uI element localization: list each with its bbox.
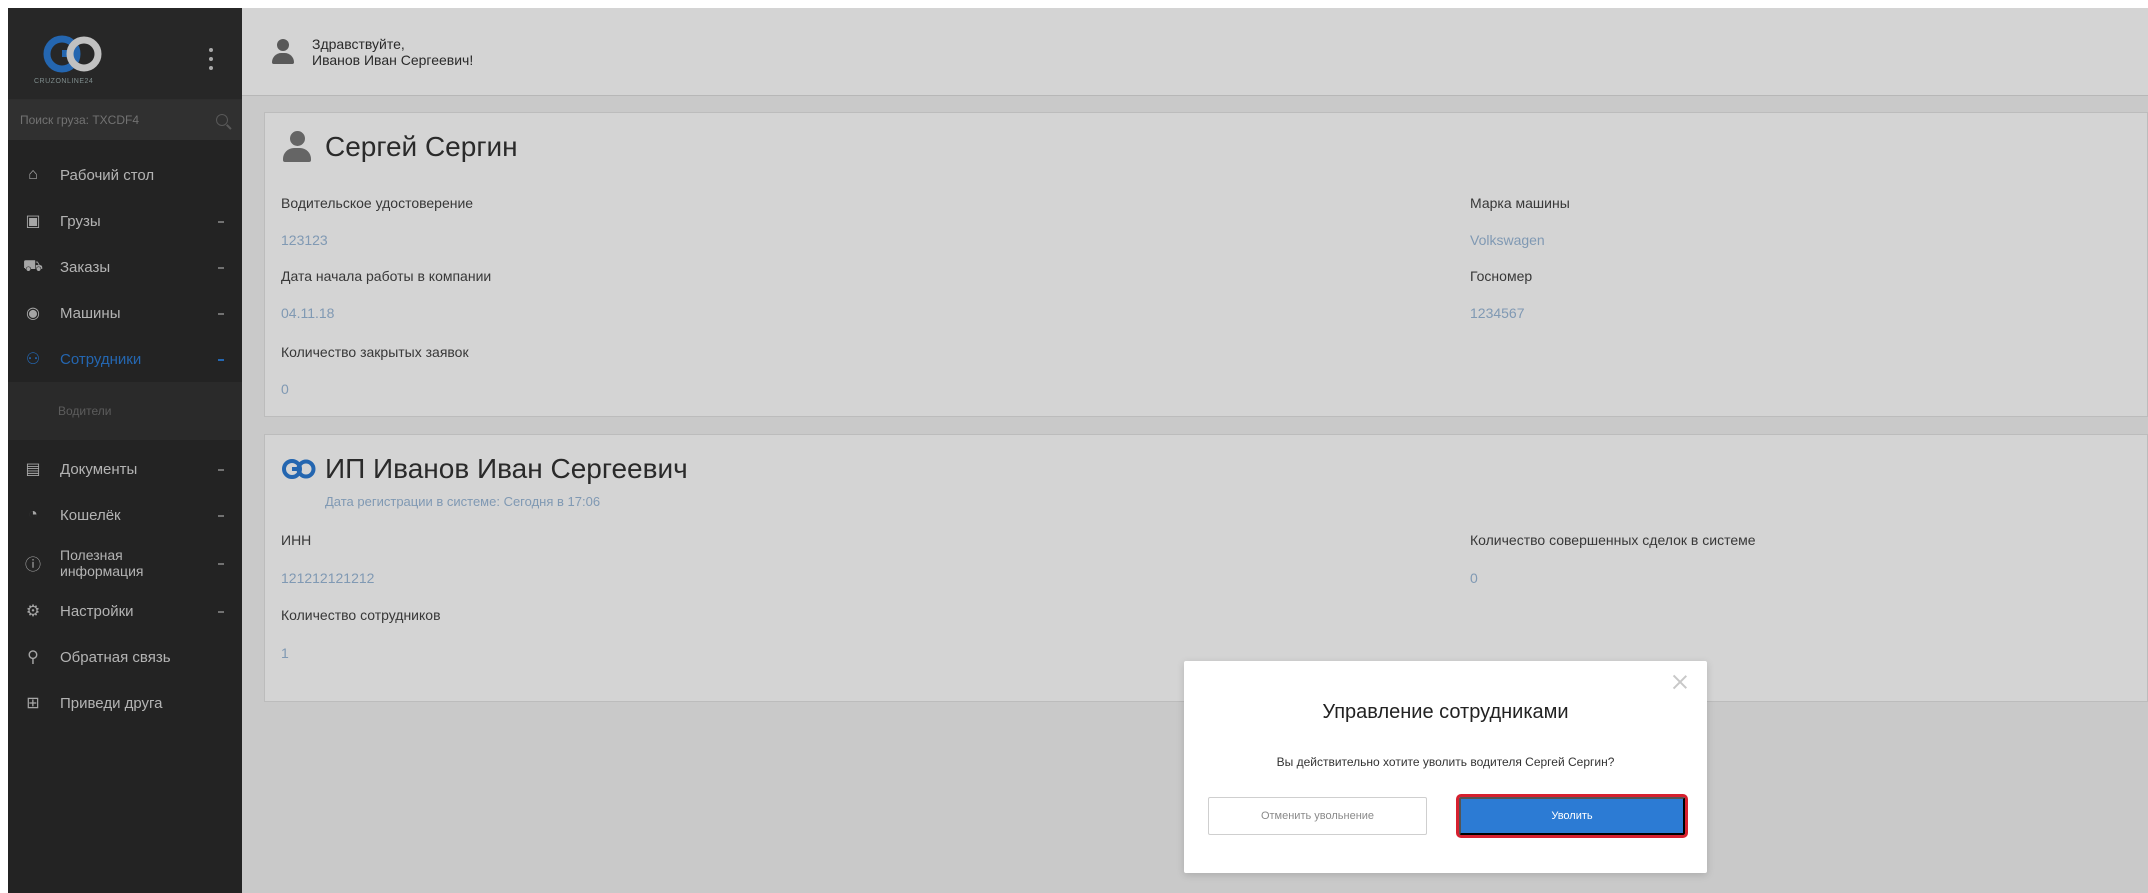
dismiss-employee-dialog: Управление сотрудниками Вы действительно… <box>1184 661 1707 873</box>
close-icon[interactable] <box>1671 673 1689 691</box>
dialog-message: Вы действительно хотите уволить водителя… <box>1276 755 1615 769</box>
modal-backdrop[interactable] <box>8 8 2148 893</box>
cancel-dismissal-button[interactable]: Отменить увольнение <box>1208 797 1427 835</box>
dialog-title: Управление сотрудниками <box>1322 701 1569 723</box>
dismiss-button[interactable]: Уволить <box>1456 794 1688 838</box>
app-frame: CRUZONLINE24 Поиск груза: TXCDF4 ⌂ Рабоч… <box>8 8 2148 893</box>
